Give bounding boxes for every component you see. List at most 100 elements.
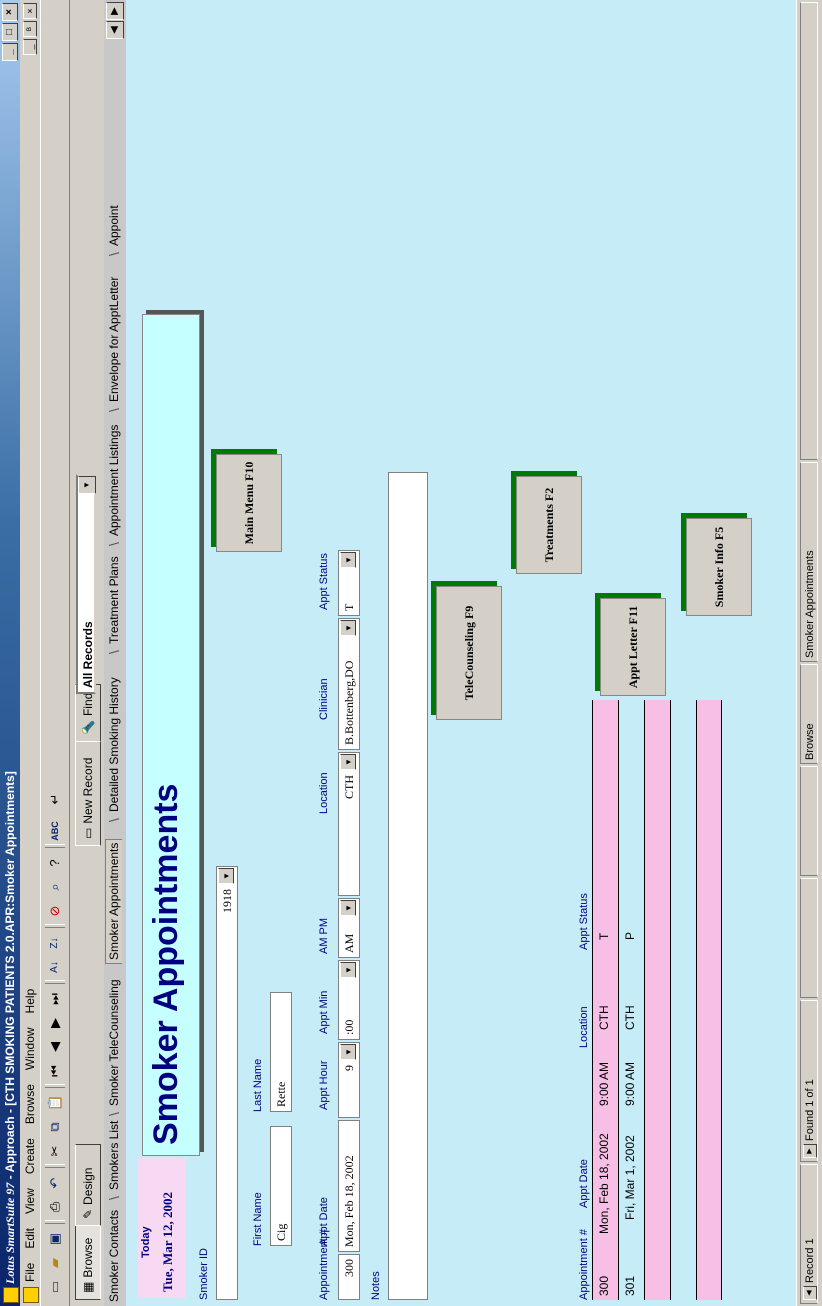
chevron-down-icon[interactable]: ▼ [340, 552, 356, 568]
smoker-id-field[interactable]: 1918 ▼ [216, 866, 238, 1300]
page-title: Smoker Appointments [147, 783, 185, 1145]
menu-edit[interactable]: Edit [23, 1228, 37, 1249]
enter-icon[interactable]: ↵ [45, 788, 65, 810]
page-title-panel: Smoker Appointments [142, 314, 200, 1156]
chevron-down-icon[interactable]: ▼ [340, 962, 356, 978]
tab-appoint[interactable]: Appoint [107, 205, 121, 246]
chevron-down-icon[interactable]: ▼ [340, 900, 356, 916]
treatments-button[interactable]: Treatments F2 [516, 476, 582, 574]
table-row[interactable]: 301 Fri, Mar 1, 2002 9:00 AM CTH P [618, 700, 644, 1300]
tab-smokers-list[interactable]: Smokers List [107, 1121, 121, 1190]
first-name-field[interactable]: Cig [270, 1126, 292, 1246]
smoker-info-button[interactable]: Smoker Info F5 [686, 518, 752, 616]
cut-icon[interactable]: ✂ [45, 1140, 65, 1162]
chevron-down-icon[interactable]: ▼ [340, 754, 356, 770]
status-view[interactable]: Smoker Appointments [800, 462, 818, 662]
appt-min-value: :00 [342, 1019, 356, 1035]
maximize-button[interactable]: □ [2, 23, 18, 41]
location-field[interactable]: CTH ▼ [338, 752, 360, 896]
last-name-field[interactable]: Rette [270, 992, 292, 1112]
tab-envelope-for-apptletter[interactable]: Envelope for ApptLetter [107, 277, 121, 402]
doc-restore-button[interactable]: ᴮ [23, 21, 37, 37]
chevron-down-icon[interactable]: ▼ [78, 476, 96, 494]
design-button[interactable]: ✎ Design [75, 1144, 101, 1226]
record-selector[interactable]: All Records ▼ [76, 474, 96, 694]
today-panel: Today Tue, Mar 12, 2002 [138, 1158, 186, 1298]
menu-file[interactable]: File [23, 1263, 37, 1282]
table-row[interactable] [696, 700, 722, 1300]
first-record-icon[interactable]: ⏮ [45, 1060, 65, 1082]
print-icon[interactable]: ⎙ [45, 1196, 65, 1218]
appt-status-field[interactable]: T ▼ [338, 550, 360, 616]
chevron-down-icon[interactable]: ▼ [218, 868, 234, 884]
appt-status-label: Appt Status [318, 553, 330, 610]
clinician-field[interactable]: B.Bottenberg,DO ▼ [338, 618, 360, 750]
menu-window[interactable]: Window [23, 1027, 37, 1070]
tab-smoker-telecounseling[interactable]: Smoker TeleCounseling [107, 979, 121, 1106]
clinician-label: Clinician [318, 678, 330, 720]
doc-close-button[interactable]: × [23, 3, 37, 19]
previous-record-icon[interactable]: ◀ [45, 1036, 65, 1058]
menu-help[interactable]: Help [23, 989, 37, 1014]
tab-scroll-right-button[interactable]: ▶ [106, 2, 124, 20]
delete-record-icon[interactable]: ⊘ [45, 900, 65, 922]
appointment-number-field[interactable]: 300 [338, 1254, 360, 1300]
last-record-icon[interactable]: ⏭ [45, 988, 65, 1010]
title-bar[interactable]: Lotus SmartSuite 97 - Approach - [CTH SM… [0, 0, 20, 1306]
browse-icon: ▦ [81, 1281, 95, 1293]
am-pm-field[interactable]: AM ▼ [338, 898, 360, 958]
tab-scroll-left-button[interactable]: ◀ [106, 21, 124, 39]
main-menu-button[interactable]: Main Menu F10 [216, 454, 282, 552]
menu-browse[interactable]: Browse [23, 1084, 37, 1124]
open-icon[interactable]: ▰ [45, 1252, 65, 1274]
menu-view[interactable]: View [23, 1188, 37, 1214]
sort-ascending-icon[interactable]: A↓ [45, 956, 65, 978]
save-icon[interactable]: ▣ [45, 1228, 65, 1250]
next-record-icon[interactable]: ▶ [45, 1012, 65, 1034]
help-icon[interactable]: ? [45, 852, 65, 874]
new-record-button[interactable]: ▭ New Record [75, 732, 101, 846]
appt-date-field[interactable]: Mon, Feb 18, 2002 [338, 1120, 360, 1252]
am-pm-label: AM PM [318, 917, 330, 954]
left-arrow-icon[interactable]: ◀ [803, 1286, 818, 1300]
notes-field[interactable] [388, 472, 428, 1300]
appt-min-field[interactable]: :00 ▼ [338, 960, 360, 1040]
clinician-value: B.Bottenberg,DO [342, 660, 356, 745]
tab-smoker-appointments[interactable]: Smoker Appointments [105, 838, 122, 964]
status-record[interactable]: ◀ Record 1 [800, 1164, 818, 1304]
treatments-label: Treatments F2 [541, 487, 556, 563]
tab-detailed-smoking-history[interactable]: Detailed Smoking History [107, 677, 121, 812]
location-cell: CTH [623, 1005, 637, 1030]
lotus-app-icon[interactable] [3, 1287, 19, 1303]
tab-scroll-controls: ◀ ▶ [106, 2, 124, 39]
appt-letter-button[interactable]: Appt Letter F11 [600, 598, 666, 696]
paste-icon[interactable]: 📋 [45, 1092, 65, 1114]
location-cell: CTH [597, 1005, 611, 1030]
menu-create[interactable]: Create [23, 1138, 37, 1174]
sort-descending-icon[interactable]: Z↓ [45, 932, 65, 954]
appt-hour-field[interactable]: 9 ▼ [338, 1042, 360, 1118]
tab-treatment-plans[interactable]: Treatment Plans [107, 556, 121, 644]
chevron-down-icon[interactable]: ▼ [340, 1044, 356, 1060]
doc-minimize-button[interactable]: _ [23, 39, 37, 55]
right-arrow-icon[interactable]: ▶ [803, 1144, 818, 1158]
close-button[interactable]: × [2, 3, 18, 21]
new-icon[interactable]: ▭ [45, 1276, 65, 1298]
status-mode[interactable]: Browse [800, 664, 818, 764]
toolbar-separator [45, 980, 65, 984]
copy-icon[interactable]: ⧉ [45, 1116, 65, 1138]
minimize-button[interactable]: _ [2, 43, 18, 61]
telecounseling-button[interactable]: TeleCounseling F9 [436, 586, 502, 720]
tab-smoker-contacts[interactable]: Smoker Contacts [107, 1210, 121, 1302]
status-found[interactable]: ▶ Found 1 of 1 [800, 1000, 818, 1162]
undo-icon[interactable]: ↶ [45, 1172, 65, 1194]
chevron-down-icon[interactable]: ▼ [340, 620, 356, 636]
find-icon[interactable]: ⌕ [45, 876, 65, 898]
spell-check-icon[interactable]: ABC [45, 820, 65, 842]
table-row[interactable]: 300 Mon, Feb 18, 2002 9:00 AM CTH T [592, 700, 618, 1300]
table-row[interactable] [644, 700, 670, 1300]
browse-button[interactable]: ▦ Browse [75, 1218, 101, 1300]
document-icon[interactable] [23, 1287, 39, 1303]
tab-appointment-listings[interactable]: Appointment Listings [107, 425, 121, 536]
table-row[interactable] [670, 700, 696, 1300]
